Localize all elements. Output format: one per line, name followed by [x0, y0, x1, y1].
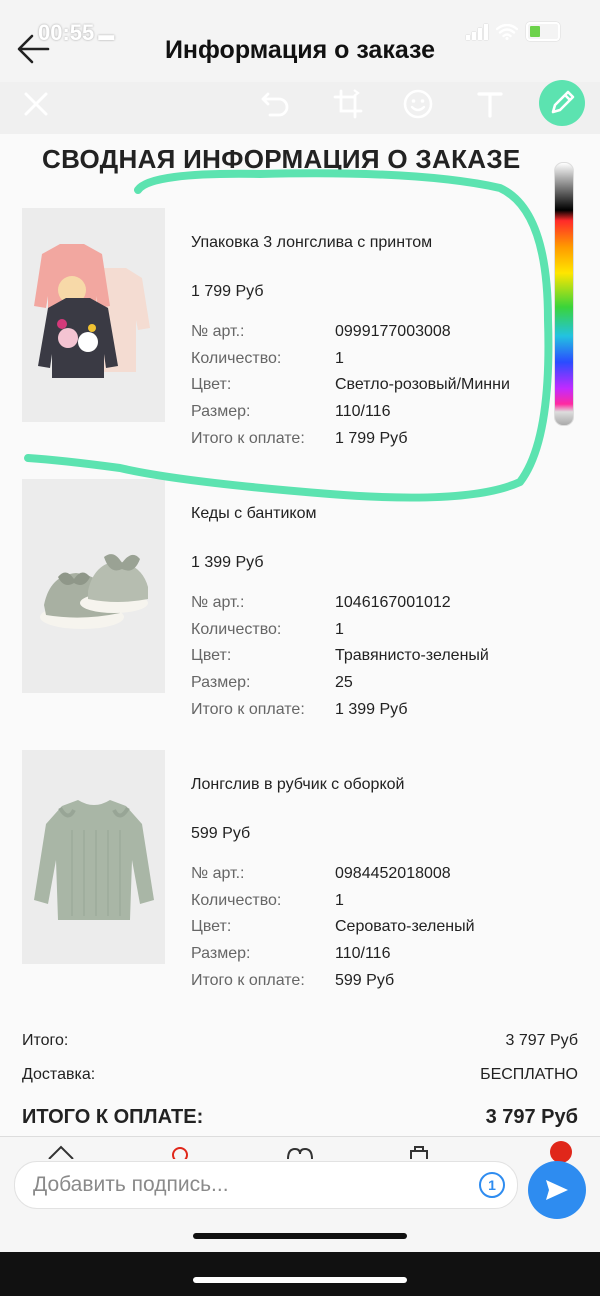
article-label: № арт.:: [191, 865, 245, 882]
item-total-row: Итого к оплате: 1 399 Руб: [191, 701, 408, 719]
color-row: Цвет: Серовато-зеленый: [191, 918, 475, 936]
system-bottom-bar: [0, 1252, 600, 1296]
grand-total-value: 3 797 Руб: [485, 1106, 578, 1128]
send-icon: [546, 1180, 568, 1200]
size-row: Размер: 25: [191, 674, 353, 692]
product-name: Лонгслив в рубчик с оборкой: [191, 776, 405, 793]
order-item: Упаковка 3 лонгслива с принтом 1 799 Руб…: [22, 208, 582, 447]
color-value: Светло-розовый/Минни: [335, 376, 510, 393]
app-home-indicator: [193, 1233, 407, 1239]
delivery-value: БЕСПЛАТНО: [480, 1066, 578, 1083]
size-label: Размер:: [191, 674, 251, 691]
item-total-label: Итого к оплате:: [191, 701, 305, 718]
subtotal-label: Итого:: [22, 1032, 69, 1049]
size-row: Размер: 110/116: [191, 403, 390, 421]
bag-tab-icon: [410, 1146, 428, 1159]
product-name: Упаковка 3 лонгслива с принтом: [191, 234, 433, 251]
summary-title: СВОДНАЯ ИНФОРМАЦИЯ О ЗАКАЗЕ: [42, 144, 521, 174]
product-image-sneakers: [22, 479, 165, 693]
quantity-value: 1: [335, 892, 344, 909]
notification-badge: [550, 1141, 572, 1163]
pen-tool-icon[interactable]: [539, 80, 585, 126]
color-row: Цвет: Травянисто-зеленый: [191, 647, 489, 665]
quantity-label: Количество:: [191, 350, 282, 367]
quantity-row: Количество: 1: [191, 350, 344, 368]
color-label: Цвет:: [191, 376, 232, 393]
product-name: Кеды с бантиком: [191, 505, 317, 522]
order-item: Лонгслив в рубчик с оборкой 599 Руб № ар…: [22, 750, 582, 989]
product-price: 1 799 Руб: [191, 283, 264, 300]
markup-toolbar: [0, 80, 600, 134]
color-label: Цвет:: [191, 918, 232, 935]
quantity-label: Количество:: [191, 621, 282, 638]
article-value: 0984452018008: [335, 865, 451, 882]
article-row: № арт.: 0999177003008: [191, 323, 451, 341]
item-total-value: 1 799 Руб: [335, 430, 408, 447]
product-image-ribbed-top: [22, 750, 165, 964]
size-label: Размер:: [191, 403, 251, 420]
item-total-value: 599 Руб: [335, 972, 395, 989]
quantity-label: Количество:: [191, 892, 282, 909]
item-total-value: 1 399 Руб: [335, 701, 408, 718]
item-total-label: Итого к оплате:: [191, 430, 305, 447]
page-title: Информация о заказе: [164, 36, 436, 64]
view-once-icon[interactable]: 1: [479, 1172, 505, 1198]
caption-input[interactable]: [31, 1172, 465, 1198]
article-value: 1046167001012: [335, 594, 451, 611]
quantity-value: 1: [335, 350, 344, 367]
caption-field[interactable]: 1: [14, 1161, 518, 1209]
color-label: Цвет:: [191, 647, 232, 664]
item-total-label: Итого к оплате:: [191, 972, 305, 989]
item-total-row: Итого к оплате: 1 799 Руб: [191, 430, 408, 448]
crop-rotate-icon[interactable]: [326, 82, 370, 126]
profile-tab-icon: [172, 1147, 188, 1159]
color-value: Травянисто-зеленый: [335, 647, 489, 664]
article-row: № арт.: 1046167001012: [191, 594, 451, 612]
favorites-tab-icon: [287, 1147, 313, 1159]
quantity-row: Количество: 1: [191, 621, 344, 639]
undo-icon[interactable]: [254, 82, 298, 126]
color-picker-slider[interactable]: [554, 162, 574, 426]
article-label: № арт.:: [191, 323, 245, 340]
color-value: Серовато-зеленый: [335, 918, 475, 935]
quantity-row: Количество: 1: [191, 892, 344, 910]
sticker-smiley-icon[interactable]: [396, 82, 440, 126]
product-price: 599 Руб: [191, 825, 251, 842]
size-row: Размер: 110/116: [191, 945, 390, 963]
grand-total-label: ИТОГО К ОПЛАТЕ:: [22, 1106, 204, 1128]
size-value: 110/116: [335, 945, 391, 962]
top-bar: 00:55 ▬ Информация о заказе: [0, 0, 600, 82]
order-item: Кеды с бантиком 1 399 Руб № арт.: 1046167…: [22, 479, 582, 718]
delivery-label: Доставка:: [22, 1066, 96, 1083]
quantity-value: 1: [335, 621, 344, 638]
color-row: Цвет: Светло-розовый/Минни: [191, 376, 510, 394]
article-label: № арт.:: [191, 594, 245, 611]
product-price: 1 399 Руб: [191, 554, 264, 571]
size-label: Размер:: [191, 945, 251, 962]
subtotal-value: 3 797 Руб: [505, 1032, 579, 1049]
size-value: 25: [335, 674, 353, 691]
product-image-longsleeves: [22, 208, 165, 422]
article-value: 0999177003008: [335, 323, 451, 340]
send-button[interactable]: [528, 1161, 586, 1219]
size-value: 110/116: [335, 403, 391, 420]
close-icon[interactable]: [14, 82, 58, 126]
item-total-row: Итого к оплате: 599 Руб: [191, 972, 394, 990]
order-summary-screenshot: СВОДНАЯ ИНФОРМАЦИЯ О ЗАКАЗЕ Упаковка 3 л…: [0, 134, 600, 1136]
caption-area: 1: [0, 1136, 600, 1253]
home-tab-icon: [48, 1145, 74, 1159]
home-indicator[interactable]: [193, 1277, 407, 1283]
article-row: № арт.: 0984452018008: [191, 865, 451, 883]
text-tool-icon[interactable]: [468, 82, 512, 126]
